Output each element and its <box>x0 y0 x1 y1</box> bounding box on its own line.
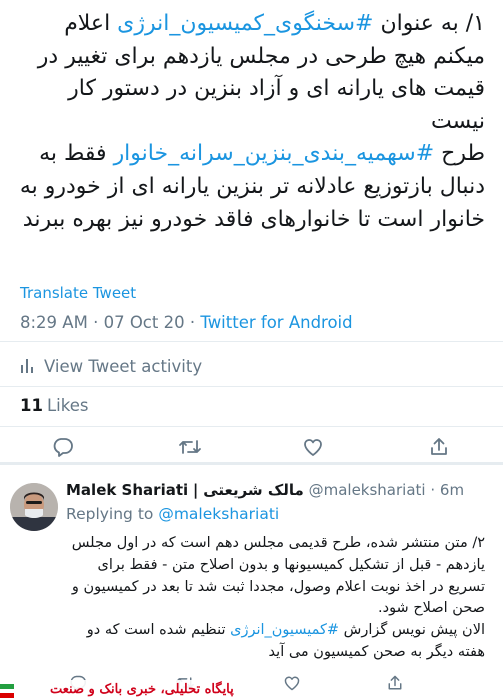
avatar-photo <box>10 483 58 531</box>
text-segment: الان پیش نویس گزارش <box>339 622 485 639</box>
reply-text: ۲/ متن منتشر شده، طرح قدیمی مجلس دهم است… <box>66 533 485 664</box>
replying-to-label: Replying to <box>66 505 154 523</box>
tweet-metadata: 8:29 AM · 07 Oct 20 · Twitter for Androi… <box>20 313 353 332</box>
text-paragraph: ۲/ متن منتشر شده، طرح قدیمی مجلس دهم است… <box>66 533 485 620</box>
replying-to-line: Replying to @malekshariati <box>66 505 279 523</box>
replying-to-handle[interactable]: @malekshariati <box>158 505 279 523</box>
share-button[interactable] <box>385 673 405 693</box>
translate-tweet-link[interactable]: Translate Tweet <box>20 284 136 302</box>
author-name[interactable]: Malek Shariati <box>66 481 188 499</box>
tweet-action-bar <box>0 434 503 460</box>
reply-author-line: Malek Shariati | مالک شریعتی @malekshari… <box>66 481 464 499</box>
divider <box>0 341 503 342</box>
text-segment: ۲/ متن منتشر شده، طرح قدیمی مجلس دهم است… <box>71 535 485 617</box>
hashtag-link[interactable]: #کمیسیون_انرژی <box>230 622 339 638</box>
view-tweet-activity-label: View Tweet activity <box>44 356 203 376</box>
author-name-persian[interactable]: مالک شریعتی <box>203 481 304 499</box>
likes-number: 11 <box>20 396 43 415</box>
share-button[interactable] <box>426 434 452 460</box>
watermark: پایگاه تحلیلی، خبری بانک و صنعت <box>40 680 244 700</box>
tweet-time: 8:29 AM <box>20 313 88 332</box>
text-paragraph: الان پیش نویس گزارش #کمیسیون_انرژی تنظیم… <box>66 620 485 664</box>
bar-chart-icon <box>21 359 33 373</box>
reply-icon <box>53 438 73 457</box>
text-paragraph: طرح #سهمیه_بندی_بنزین_سرانه_خانوار فقط ب… <box>18 138 485 236</box>
like-icon <box>284 676 300 691</box>
text-segment: طرح <box>434 141 485 167</box>
reply-tweet[interactable]: Malek Shariati | مالک شریعتی @malekshari… <box>0 465 503 700</box>
like-button[interactable] <box>300 434 326 460</box>
like-icon <box>304 439 322 456</box>
hashtag-link[interactable]: #سخنگوی_کمیسیون_انرژی <box>117 11 373 36</box>
author-handle[interactable]: @malekshariati <box>309 481 426 499</box>
meta-separator: · <box>189 313 201 332</box>
retweet-icon <box>179 440 201 454</box>
likes-count[interactable]: 11 Likes <box>20 396 88 415</box>
flag-icon <box>0 684 14 698</box>
author-name-separator: | <box>192 481 199 499</box>
divider <box>0 426 503 427</box>
tweet-date: 07 Oct 20 <box>103 313 185 332</box>
meta-separator: · <box>93 313 104 332</box>
likes-label: Likes <box>46 396 89 415</box>
share-icon <box>431 438 447 455</box>
reply-age: 6m <box>439 481 465 499</box>
like-button[interactable] <box>282 673 302 693</box>
reply-button[interactable] <box>50 434 76 460</box>
text-paragraph: ۱/ به عنوان #سخنگوی_کمیسیون_انرژی اعلام … <box>18 8 485 138</box>
meta-separator: · <box>430 481 440 499</box>
avatar[interactable] <box>10 483 58 531</box>
retweet-button[interactable] <box>177 434 203 460</box>
divider <box>0 386 503 387</box>
view-tweet-activity-button[interactable]: View Tweet activity <box>20 354 202 378</box>
tweet-text: ۱/ به عنوان #سخنگوی_کمیسیون_انرژی اعلام … <box>18 8 485 236</box>
main-tweet: ۱/ به عنوان #سخنگوی_کمیسیون_انرژی اعلام … <box>0 0 503 462</box>
hashtag-link[interactable]: #سهمیه_بندی_بنزین_سرانه_خانوار <box>114 141 435 166</box>
share-icon <box>388 675 402 690</box>
text-segment: ۱/ به عنوان <box>373 11 485 36</box>
tweet-source-link[interactable]: Twitter for Android <box>200 313 352 332</box>
